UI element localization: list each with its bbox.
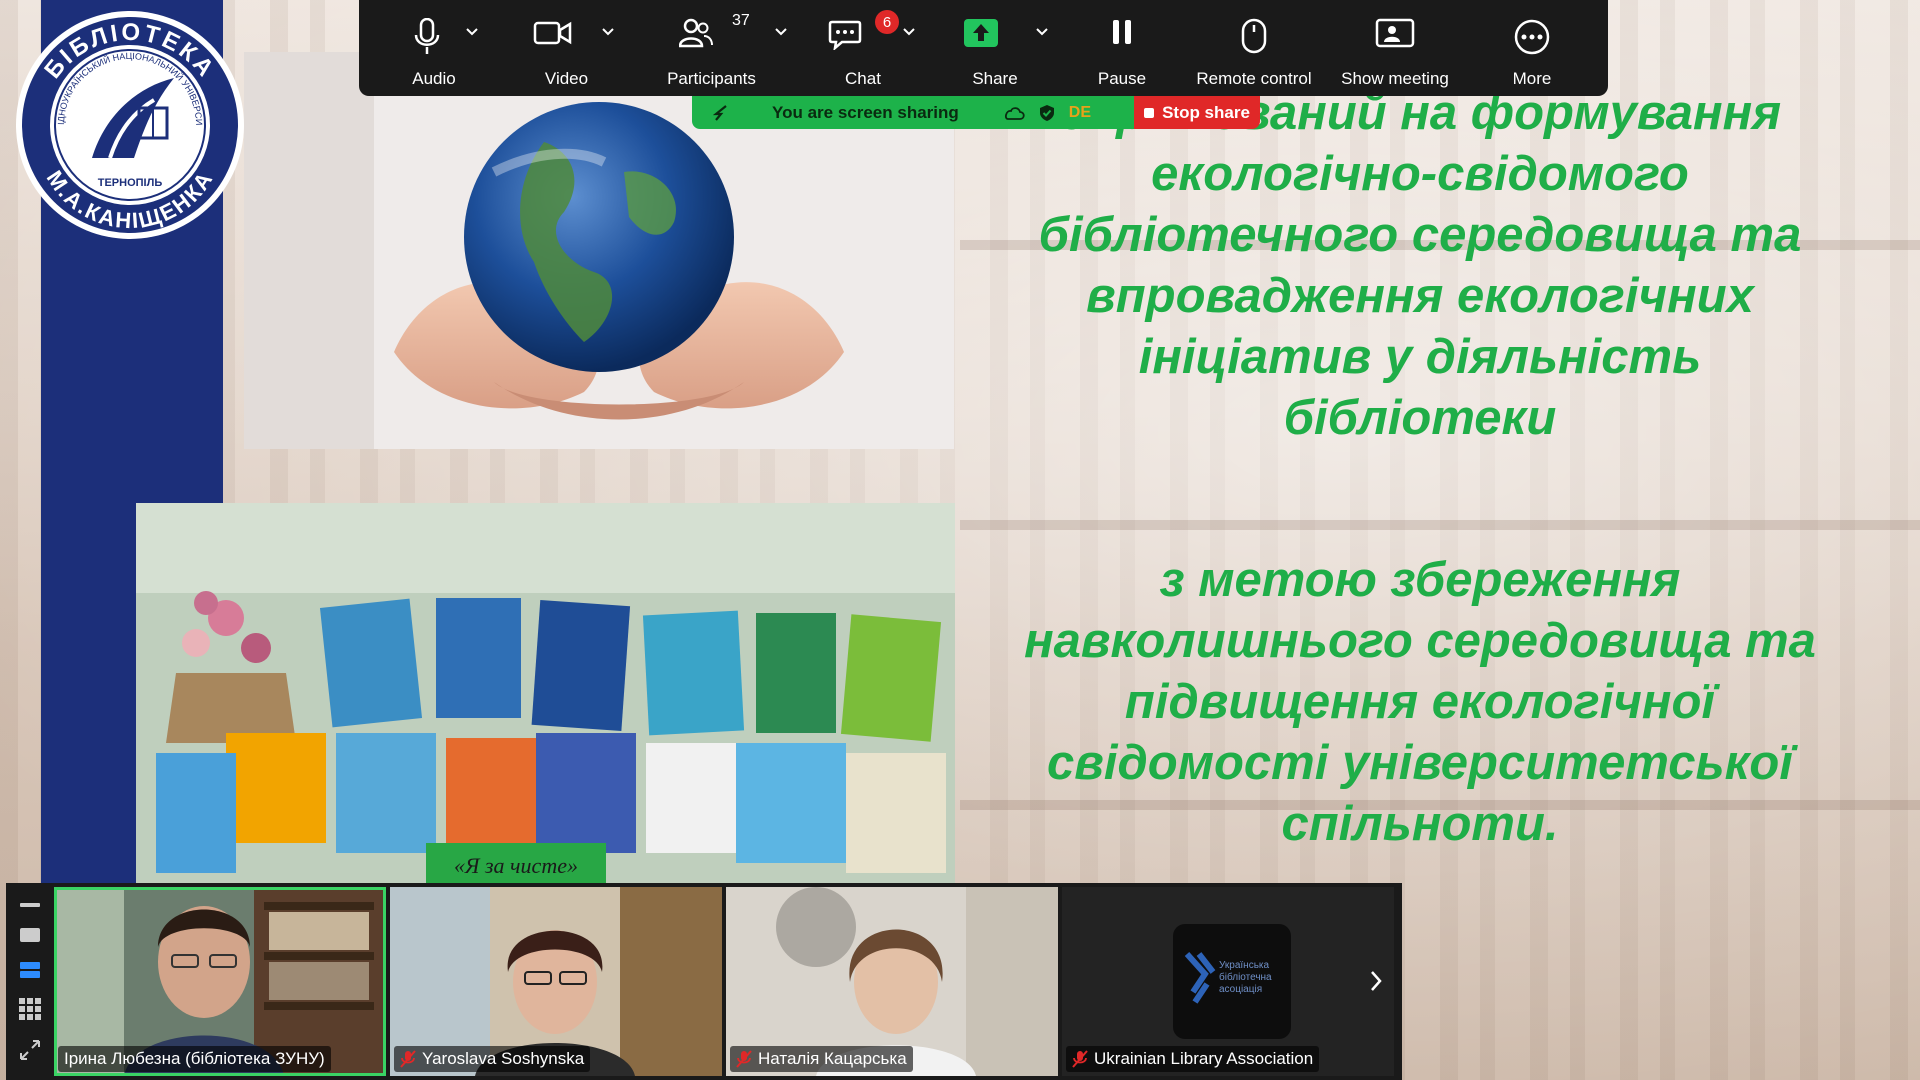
more-label: More: [1512, 69, 1552, 88]
stop-share-label: Stop share: [1162, 102, 1250, 122]
share-label: Share: [972, 69, 1018, 88]
slide-goal-text: з метою збереження навколишнього середов…: [960, 550, 1880, 855]
heading-line: бібліотечного середовища та: [1038, 208, 1802, 262]
more-options-icon: [1514, 19, 1550, 55]
drag-handle-icon[interactable]: [712, 104, 730, 122]
audio-label: Audio: [412, 69, 456, 88]
share-screen-icon: [964, 19, 998, 47]
stop-square-icon: [1144, 107, 1155, 118]
next-page-arrow-icon[interactable]: [1358, 961, 1394, 1001]
gallery-side-tools: [6, 883, 54, 1080]
gallery-grid-icon[interactable]: [19, 998, 41, 1021]
muted-microphone-icon: [1072, 1050, 1088, 1068]
participant-tile[interactable]: Наталія Кацарська: [726, 887, 1058, 1076]
participants-count: 37: [732, 12, 750, 29]
participant-name-tag: Yaroslava Soshynska: [394, 1046, 591, 1072]
participants-label: Participants: [667, 69, 756, 88]
expand-icon[interactable]: [19, 1039, 41, 1061]
strip-view-icon[interactable]: [20, 961, 40, 979]
ula-logo-text: Українська бібліотечна асоціація: [1219, 960, 1272, 995]
chat-label: Chat: [845, 69, 881, 88]
chat-button[interactable]: 6 Chat: [799, 0, 927, 96]
cloud-icon: [1004, 106, 1025, 120]
audio-options-chevron-icon[interactable]: [465, 22, 479, 42]
participants-button[interactable]: 37 Participants: [624, 0, 799, 96]
pause-icon: [1113, 20, 1131, 44]
heading-line: бібліотеки: [1283, 391, 1557, 445]
goal-line: свідомості університетської: [1047, 736, 1793, 790]
pause-label: Pause: [1097, 69, 1147, 88]
participant-tile[interactable]: Yaroslava Soshynska: [390, 887, 722, 1076]
library-seal-logo: БІБЛІОТЕКА М.А.КАНІЩЕНКА ЗАХІДНОУКРАЇНСЬ…: [14, 8, 244, 239]
stop-share-button[interactable]: Stop share: [1134, 96, 1260, 129]
eco-books-photo: «Я за чисте»: [136, 503, 955, 883]
show-meeting-window-icon: [1375, 18, 1415, 48]
user-initials-badge: DE: [1068, 103, 1091, 121]
show-meeting-button[interactable]: Show meeting: [1327, 0, 1463, 96]
heading-line: ініціатив у діяльність: [1138, 330, 1702, 384]
goal-line: спільноти.: [1281, 797, 1559, 851]
chat-unread-badge: 6: [875, 10, 899, 34]
participant-tile[interactable]: Ірина Любезна (бібліотека ЗУНУ): [54, 887, 386, 1076]
logo-city-text: ТЕРНОПІЛЬ: [98, 177, 163, 189]
chat-bubble-icon: [828, 20, 862, 50]
chat-options-chevron-icon[interactable]: [902, 22, 916, 42]
goal-line: підвищення екологічної: [1124, 675, 1716, 729]
remote-control-label: Remote control: [1196, 69, 1312, 88]
show-meeting-label: Show meeting: [1341, 69, 1449, 88]
pause-share-button[interactable]: Pause: [1063, 0, 1181, 96]
microphone-icon: [414, 18, 440, 54]
muted-microphone-icon: [400, 1050, 416, 1068]
more-button[interactable]: More: [1463, 0, 1601, 96]
goal-line: навколишнього середовища та: [1024, 614, 1816, 668]
screen-sharing-text: You are screen sharing: [772, 102, 959, 122]
mouse-icon: [1241, 18, 1267, 54]
video-options-chevron-icon[interactable]: [601, 22, 615, 42]
screen-sharing-status-bar[interactable]: You are screen sharing DE: [692, 96, 1137, 129]
participant-name-tag: Наталія Кацарська: [730, 1046, 913, 1072]
share-options-chevron-icon[interactable]: [1035, 22, 1049, 42]
participants-options-chevron-icon[interactable]: [774, 22, 788, 42]
goal-line: з метою збереження: [1159, 553, 1681, 607]
participant-gallery: Ірина Любезна (бібліотека ЗУНУ) Yaroslav…: [6, 883, 1402, 1080]
participant-name-tag: Ірина Любезна (бібліотека ЗУНУ): [58, 1046, 331, 1072]
audio-button[interactable]: Audio: [359, 0, 509, 96]
participant-tile[interactable]: Українська бібліотечна асоціація Ukraini…: [1062, 887, 1394, 1076]
video-label: Video: [544, 69, 589, 88]
ula-avatar: Українська бібліотечна асоціація: [1173, 924, 1291, 1039]
minimize-icon[interactable]: [20, 902, 40, 908]
shelf-line: [960, 520, 1920, 530]
heading-line: екологічно-свідомого: [1151, 147, 1689, 201]
share-button[interactable]: Share: [927, 0, 1063, 96]
heading-line: впровадження екологічних: [1086, 269, 1754, 323]
participant-name-tag: Ukrainian Library Association: [1066, 1046, 1320, 1072]
single-view-icon[interactable]: [20, 927, 40, 943]
meeting-toolbar: Audio Video 37 Participants 6 Chat Share…: [359, 0, 1608, 96]
participant-name: Yaroslava Soshynska: [422, 1049, 585, 1068]
participant-name: Наталія Кацарська: [758, 1049, 907, 1068]
shield-icon: [1039, 104, 1054, 121]
video-camera-icon: [533, 21, 572, 45]
book-banner-text: «Я за чисте»: [454, 853, 578, 878]
video-button[interactable]: Video: [509, 0, 624, 96]
muted-microphone-icon: [736, 1050, 752, 1068]
participant-name: Ukrainian Library Association: [1094, 1049, 1314, 1068]
remote-control-button[interactable]: Remote control: [1181, 0, 1327, 96]
participants-icon: [679, 18, 713, 48]
participant-name: Ірина Любезна (бібліотека ЗУНУ): [64, 1049, 325, 1068]
